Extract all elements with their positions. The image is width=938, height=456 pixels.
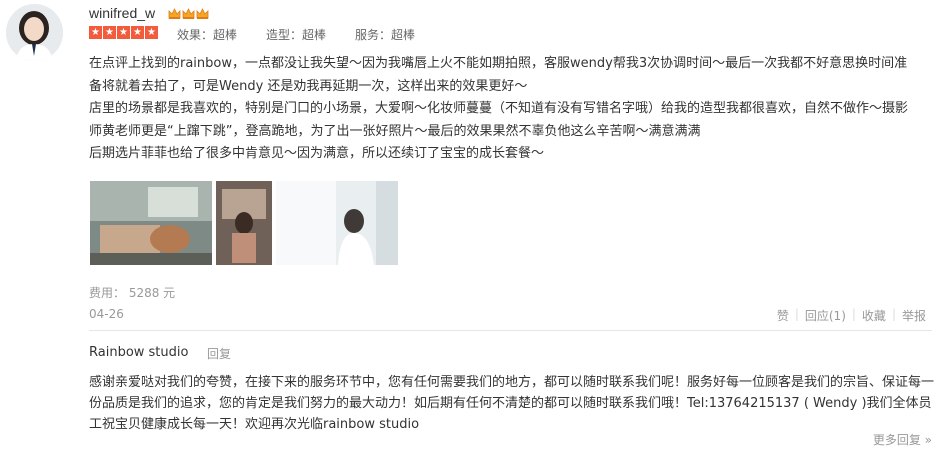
merchant-reply-text: 感谢亲爱哒对我们的夸赞，在接下来的服务环节中，您有任何需要我们的地方，都可以随时… bbox=[89, 375, 935, 432]
crown-icon bbox=[196, 8, 209, 19]
cost-text: 费用： 5288 元 bbox=[89, 286, 176, 300]
score-effect: 效果：超棒 bbox=[177, 28, 238, 42]
favorite-button[interactable]: 收藏 bbox=[856, 307, 892, 324]
merchant-name[interactable]: Rainbow studio bbox=[89, 345, 188, 360]
star-icon: ★ bbox=[131, 26, 144, 39]
score-list: 效果：超棒 造型：超棒 服务：超棒 bbox=[177, 26, 415, 43]
like-button[interactable]: 赞 bbox=[771, 307, 795, 324]
more-replies-link[interactable]: 更多回复 » bbox=[873, 431, 932, 448]
photo-list bbox=[90, 181, 398, 265]
crown-icon bbox=[168, 8, 181, 19]
report-button[interactable]: 举报 bbox=[896, 307, 932, 324]
review-paragraph: 在点评上找到的rainbow，一点都没让我失望～因为我嘴唇上火不能如期拍照，客服… bbox=[89, 56, 908, 94]
star-icon: ★ bbox=[103, 26, 116, 39]
score-service: 服务：超棒 bbox=[355, 28, 416, 42]
star-icon: ★ bbox=[117, 26, 130, 39]
reply-tag: 回复 bbox=[207, 347, 232, 361]
review-photo[interactable] bbox=[276, 181, 398, 265]
review-photo[interactable] bbox=[216, 181, 272, 265]
crown-icon bbox=[182, 8, 195, 19]
username[interactable]: winifred_w bbox=[89, 5, 155, 21]
review-text: 在点评上找到的rainbow，一点都没让我失望～因为我嘴唇上火不能如期拍照，客服… bbox=[89, 53, 919, 166]
review-paragraph: 店里的场景都是我喜欢的，特别是门口的小场景，大爱啊～化妆师蔓蔓（不知道有没有写错… bbox=[89, 101, 909, 139]
score-styling: 造型：超棒 bbox=[266, 28, 327, 42]
vip-crowns bbox=[168, 7, 209, 20]
rating-stars: ★ ★ ★ ★ ★ bbox=[89, 26, 158, 39]
merchant-reply: Rainbow studio 回复 感谢亲爱哒对我们的夸赞，在接下来的服务环节中… bbox=[89, 331, 935, 456]
star-icon: ★ bbox=[145, 26, 158, 39]
review-photo[interactable] bbox=[90, 181, 212, 265]
reply-button[interactable]: 回应(1) bbox=[799, 307, 852, 324]
review-actions: 赞 | 回应(1) | 收藏 | 举报 bbox=[771, 307, 932, 324]
review-paragraph: 后期选片菲菲也给了很多中肯意见～因为满意，所以还续订了宝宝的成长套餐～ bbox=[89, 146, 545, 161]
star-icon: ★ bbox=[89, 26, 102, 39]
user-avatar[interactable] bbox=[6, 4, 63, 61]
review-date: 04-26 bbox=[89, 307, 124, 321]
